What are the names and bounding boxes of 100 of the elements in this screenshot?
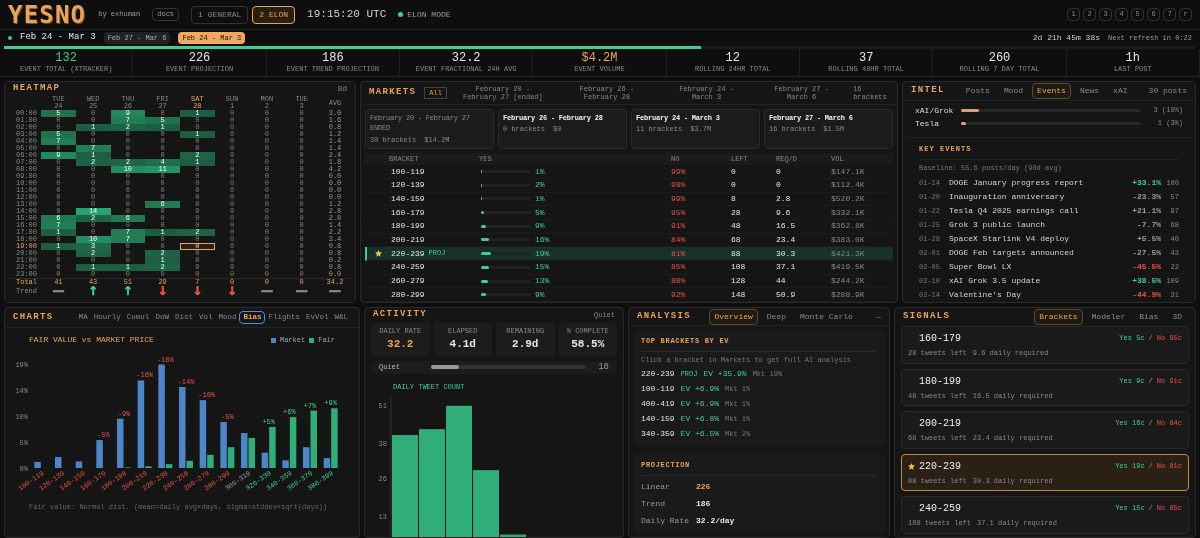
volume: $419.5K bbox=[831, 261, 866, 274]
market-bar bbox=[323, 458, 331, 468]
market-bar bbox=[241, 432, 248, 468]
bracket-range: 240-259 bbox=[919, 502, 961, 516]
no-price: 81% bbox=[671, 247, 687, 260]
range-label: 8d bbox=[337, 83, 347, 95]
trend-arrow: ↓ bbox=[227, 286, 238, 296]
trend-arrow: ↑ bbox=[88, 286, 99, 296]
bracket-range: 220-239 bbox=[391, 247, 425, 260]
tab[interactable]: Monte Carlo bbox=[795, 308, 858, 325]
no-price: 85% bbox=[671, 261, 687, 274]
no-price: 98% bbox=[671, 179, 687, 192]
bracket-range: 140-159 bbox=[391, 192, 425, 205]
no-price: 84% bbox=[671, 234, 687, 246]
tab[interactable]: Overview bbox=[709, 308, 758, 325]
stat-value: 58.5% bbox=[571, 337, 605, 352]
stat-value: $4.2M bbox=[581, 51, 618, 65]
no-price: 88% bbox=[671, 275, 687, 287]
period-label: Feb 24 - Mar 3 bbox=[20, 31, 96, 45]
panel-title: ACTIVITY bbox=[373, 308, 427, 321]
tab[interactable]: Deep bbox=[761, 308, 791, 325]
yes-price: 19% bbox=[535, 247, 550, 260]
tweets-left: 0 bbox=[731, 179, 737, 192]
event-name: DOGE Feb targets announced bbox=[949, 247, 1075, 259]
fair-bar bbox=[165, 464, 173, 468]
yes-price: 1% bbox=[535, 192, 545, 205]
volume: $362.8K bbox=[831, 220, 866, 233]
required-rate: 16.5 bbox=[776, 220, 797, 233]
chart-title: FAIR VALUE vs MARKET PRICE bbox=[29, 334, 154, 346]
bracket-range: 180-199 bbox=[391, 220, 425, 233]
bracket-range: 160-179 bbox=[391, 206, 425, 219]
trend-arrow: — bbox=[295, 286, 308, 296]
market-bar bbox=[220, 422, 227, 468]
required-rate: 2.8 bbox=[776, 192, 792, 205]
tweets-left: 88 bbox=[731, 247, 742, 260]
bracket-range: 220-239 bbox=[641, 368, 675, 380]
yes-price: 1% bbox=[535, 165, 545, 178]
volume: $147.1K bbox=[831, 165, 866, 178]
tab[interactable]: Events bbox=[1032, 83, 1071, 99]
legend-swatch-icon bbox=[270, 337, 276, 343]
post-count: 30 posts bbox=[1148, 85, 1187, 97]
trend-arrow: ↑ bbox=[122, 286, 133, 296]
bracket-range: 100-119 bbox=[391, 165, 425, 178]
tweets-left: 0 bbox=[731, 165, 737, 178]
mode-label: ELON MODE bbox=[407, 8, 451, 21]
clock: 19:15:20 UTC bbox=[307, 7, 387, 23]
no-price: 92% bbox=[671, 288, 687, 301]
mode-tab[interactable]: 1 GENERAL bbox=[191, 5, 249, 24]
topic-name: xAI/Grok bbox=[915, 104, 953, 117]
stat-value: 132 bbox=[55, 51, 77, 65]
tab[interactable]: Modeler bbox=[1086, 309, 1131, 325]
event-change: -23.3% bbox=[1132, 191, 1161, 203]
trend-arrow: ↓ bbox=[157, 286, 168, 296]
bracket-range: 180-199 bbox=[919, 374, 961, 389]
tweets-left: 68 bbox=[731, 234, 742, 246]
fair-bar bbox=[269, 426, 276, 468]
tab[interactable]: 3D bbox=[1167, 309, 1187, 325]
event-change: -27.5% bbox=[1132, 247, 1161, 259]
market-bar bbox=[117, 418, 124, 468]
market-row[interactable]: 240-259 15% 85% 108 37.1 $419.5K bbox=[365, 261, 893, 275]
ev-value: EV +6.9% bbox=[680, 398, 719, 410]
stat-value: 226 bbox=[188, 51, 211, 65]
fair-bar bbox=[186, 460, 193, 468]
tab[interactable]: News bbox=[1074, 83, 1105, 99]
market-bar bbox=[34, 462, 41, 468]
market-bar bbox=[96, 440, 103, 468]
projection-label: Linear bbox=[641, 480, 671, 493]
tweets-left: 128 bbox=[731, 275, 747, 287]
event-name: Tesla Q4 2025 earnings call bbox=[949, 205, 1080, 217]
yes-price: 13% bbox=[535, 275, 550, 287]
stat-value: 1h bbox=[1125, 51, 1140, 65]
fair-bar bbox=[331, 408, 338, 468]
mode-tab[interactable]: 2 ELON bbox=[252, 5, 296, 24]
event-change: -45.5% bbox=[1132, 261, 1161, 273]
bracket-range: 240-259 bbox=[391, 261, 425, 274]
tab[interactable]: Brackets bbox=[1034, 309, 1083, 325]
countdown: 2d 21h 45m 38s bbox=[1032, 32, 1100, 44]
volume: $520.2K bbox=[831, 192, 866, 205]
tweets-left: 28 bbox=[731, 206, 742, 219]
yes-price: 15% bbox=[535, 261, 550, 274]
tab[interactable]: Mood bbox=[998, 83, 1029, 99]
ev-value: EV +6.9% bbox=[680, 383, 719, 395]
trend-arrow: — bbox=[260, 286, 273, 296]
ev-value: EV +35.9% bbox=[703, 368, 747, 380]
required-rate: 37.1 bbox=[776, 261, 797, 274]
tweets-left: 8 bbox=[731, 192, 737, 205]
tab[interactable]: xAI bbox=[1108, 83, 1133, 99]
menu-button[interactable]: — bbox=[876, 310, 881, 323]
event-name: DOGE January progress report bbox=[949, 177, 1085, 189]
event-change: -7.7% bbox=[1137, 219, 1161, 231]
yes-price: 2% bbox=[535, 179, 545, 192]
tab[interactable]: Posts bbox=[960, 83, 995, 99]
panel-title: HEATMAP bbox=[13, 82, 61, 96]
required-rate: 50.9 bbox=[776, 288, 797, 301]
tab[interactable]: Bias bbox=[1134, 309, 1164, 325]
event-name: Super Bowl LX bbox=[949, 261, 1013, 273]
no-price: 99% bbox=[671, 165, 687, 178]
volume: $288.9K bbox=[831, 288, 866, 301]
event-change: +5.5% bbox=[1137, 233, 1161, 245]
bracket-range: 400-419 bbox=[641, 398, 675, 410]
